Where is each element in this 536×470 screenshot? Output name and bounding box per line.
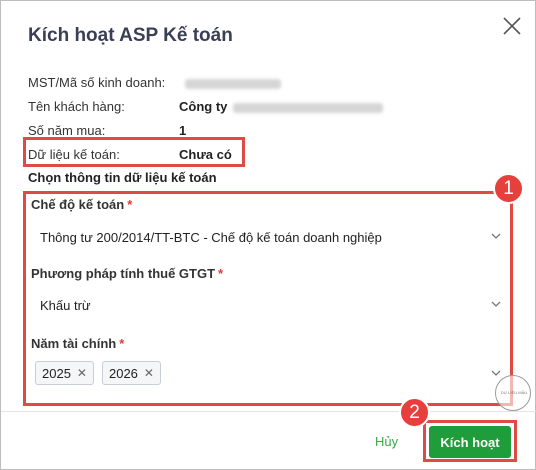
tax-code-value-redacted (185, 78, 281, 89)
customer-label: Tên khách hàng: (28, 99, 125, 114)
watermark-seal: DỰ LIỆU MẪU (495, 375, 531, 411)
watermark-text: DỰ LIỆU MẪU (500, 390, 528, 395)
customer-row: Tên khách hàng: Công ty (28, 99, 384, 114)
years-value: 1 (179, 123, 187, 138)
step-badge-2: 2 (399, 397, 430, 428)
customer-name-redacted (233, 102, 384, 113)
step-badge-1: 1 (493, 173, 524, 204)
tax-code-label: MST/Mã số kinh doanh: (28, 75, 166, 90)
highlight-form-block (23, 191, 513, 406)
years-row: Số năm mua: 1 (28, 123, 186, 138)
close-icon[interactable] (501, 15, 523, 37)
footer-divider (1, 411, 536, 412)
years-label: Số năm mua: (28, 123, 106, 138)
highlight-accounting-data (23, 137, 245, 167)
highlight-activate-button (423, 420, 517, 462)
dialog-title: Kích hoạt ASP Kế toán (28, 25, 233, 46)
cancel-button[interactable]: Hủy (375, 434, 398, 449)
activation-dialog: Kích hoạt ASP Kế toán MST/Mã số kinh doa… (0, 0, 536, 470)
section-title: Chọn thông tin dữ liệu kế toán (28, 170, 217, 185)
customer-value: Công ty (179, 99, 228, 114)
tax-code-row: MST/Mã số kinh doanh: (28, 75, 281, 90)
